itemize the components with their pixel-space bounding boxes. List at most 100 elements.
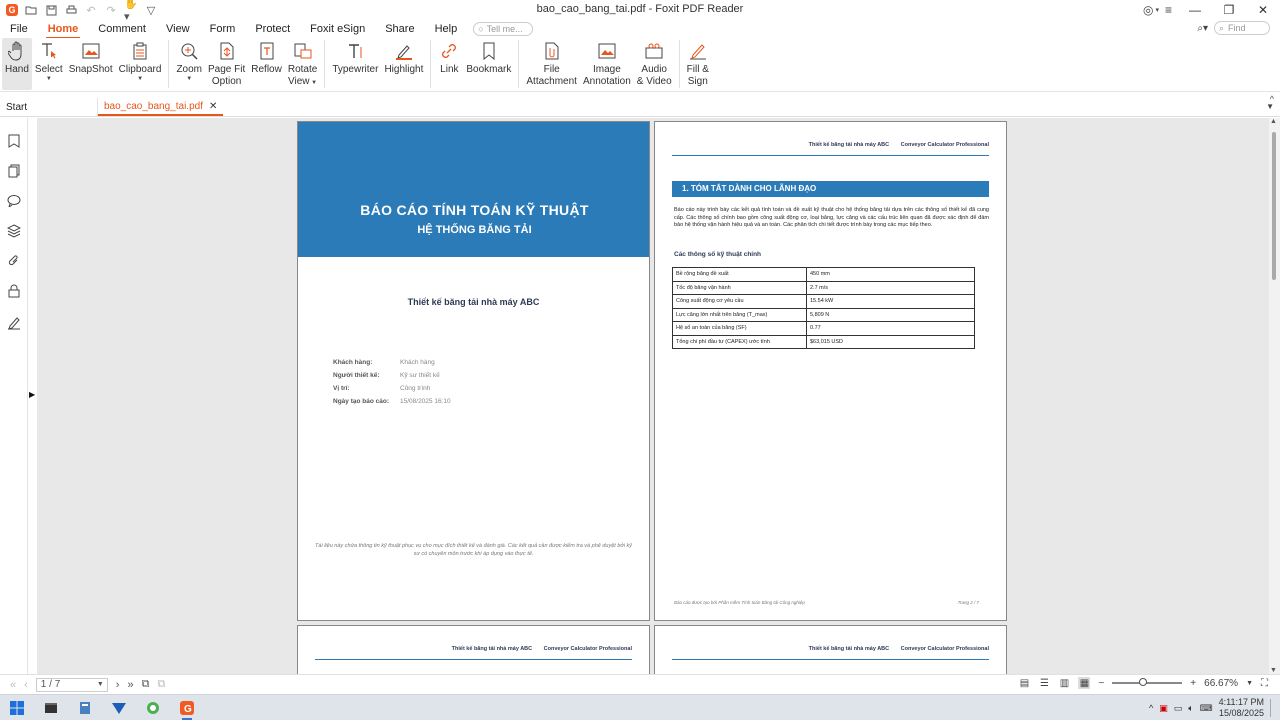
bookmark-button[interactable]: Bookmark (463, 38, 514, 90)
menu-view[interactable]: View (156, 20, 200, 38)
security-panel-icon[interactable] (7, 284, 21, 298)
bookmark-panel-icon[interactable] (7, 134, 21, 148)
close-tab-icon[interactable]: ✕ (209, 101, 217, 112)
close-button[interactable]: ✕ (1246, 3, 1280, 17)
app-icon[interactable] (136, 695, 170, 720)
continuous-view-icon[interactable]: ☰ (1038, 677, 1050, 689)
previous-view-icon[interactable]: ⧉ (142, 678, 150, 691)
open-folder-icon[interactable] (24, 3, 38, 17)
chevron-down-icon: ▼ (45, 76, 52, 82)
page-fit-label-2: Option (211, 76, 242, 87)
next-view-icon[interactable]: ⧉ (157, 678, 165, 691)
app-icon[interactable] (68, 695, 102, 720)
menu-help[interactable]: Help (425, 20, 468, 38)
hand-tool-button[interactable]: Hand (2, 38, 32, 90)
tell-me-search[interactable]: ○ Tell me... (473, 22, 534, 36)
zoom-in-icon[interactable]: + (1190, 678, 1196, 689)
zoom-level[interactable]: 66.67% (1204, 678, 1238, 689)
next-page-icon[interactable]: › (116, 679, 120, 691)
app-icon[interactable] (102, 695, 136, 720)
first-page-icon[interactable]: « (10, 679, 16, 691)
menu-comment[interactable]: Comment (88, 20, 156, 38)
page-number-input[interactable]: 1 / 7 ▼ (35, 677, 108, 692)
previous-page-icon[interactable]: ‹ (24, 679, 28, 691)
minimize-button[interactable]: — (1178, 3, 1212, 17)
hand-dropdown-icon[interactable]: ✋▾ (124, 0, 138, 23)
comments-panel-icon[interactable] (7, 194, 21, 208)
language-icon[interactable]: ⌨ (1200, 703, 1213, 714)
audio-video-button[interactable]: Audio & Video (634, 38, 675, 90)
continuous-facing-view-icon[interactable]: ▦ (1078, 677, 1091, 689)
zoom-dropdown-icon[interactable]: ▼ (1246, 680, 1253, 687)
spec-value: 0.77 (806, 321, 975, 336)
menu-form[interactable]: Form (200, 20, 246, 38)
file-attachment-button[interactable]: File Attachment (523, 38, 580, 90)
tray-app-icon[interactable]: ▣ (1159, 703, 1168, 714)
attachments-panel-icon[interactable] (7, 254, 21, 268)
clipboard-button[interactable]: Clipboard ▼ (116, 38, 165, 90)
zoom-out-icon[interactable]: − (1098, 678, 1104, 689)
page-fit-option-button[interactable]: Page Fit Option (205, 38, 248, 90)
info-row: Người thiết kế: Kỹ sư thiết kế (333, 372, 451, 385)
clock[interactable]: 4:11:17 PM 15/08/2025 (1219, 697, 1264, 719)
show-hidden-icons[interactable]: ^ (1149, 703, 1153, 713)
pages-panel-icon[interactable] (7, 164, 21, 178)
print-icon[interactable] (64, 3, 78, 17)
restore-button[interactable]: ❐ (1212, 3, 1246, 17)
zoom-slider[interactable] (1112, 678, 1183, 686)
expand-panel-arrow-icon[interactable]: ▶ (29, 390, 35, 399)
network-icon[interactable]: ▭ (1174, 703, 1183, 714)
tab-document[interactable]: bao_cao_bang_tai.pdf ✕ (98, 98, 224, 116)
last-page-icon[interactable]: » (127, 679, 133, 691)
facing-view-icon[interactable]: ▥ (1058, 677, 1070, 689)
menu-icon[interactable]: ≡ (1165, 3, 1172, 17)
tab-list-dropdown-icon[interactable]: ▼ (1266, 102, 1274, 111)
task-view-icon[interactable] (34, 695, 68, 720)
page-header: Thiết kế băng tải nhà máy ABC Conveyor C… (315, 646, 632, 660)
redo-icon[interactable]: ↷ (104, 3, 118, 17)
tab-start[interactable]: Start (0, 98, 98, 116)
foxit-taskbar-icon[interactable]: G (170, 695, 204, 720)
menu-home[interactable]: Home (38, 20, 89, 39)
select-tool-button[interactable]: Select ▼ (32, 38, 66, 90)
foxit-logo-icon[interactable]: G (6, 4, 18, 16)
document-viewer[interactable]: BÁO CÁO TÍNH TOÁN KỸ THUẬT HỆ THỐNG BĂNG… (37, 118, 1269, 674)
link-button[interactable]: Link (435, 38, 463, 90)
menu-foxit-esign[interactable]: Foxit eSign (300, 20, 375, 38)
typewriter-button[interactable]: Typewriter (329, 38, 381, 90)
layers-panel-icon[interactable] (7, 224, 21, 238)
image-annotation-button[interactable]: Image Annotation (580, 38, 634, 90)
volume-icon[interactable]: 🔈︎ (1188, 703, 1193, 714)
signature-panel-icon[interactable] (7, 316, 21, 330)
customize-toolbar-icon[interactable]: ▽ (144, 3, 158, 17)
rotate-view-button[interactable]: Rotate View ▼ (285, 38, 320, 90)
scroll-up-icon[interactable]: ▲ (1270, 118, 1277, 125)
account-icon[interactable]: ◎ ▾ (1143, 3, 1159, 17)
undo-icon[interactable]: ↶ (84, 3, 98, 17)
menu-share[interactable]: Share (375, 20, 424, 38)
single-page-view-icon[interactable]: ▤ (1018, 677, 1030, 689)
fullscreen-icon[interactable]: ⛶ (1261, 678, 1268, 689)
zoom-button[interactable]: Zoom ▼ (173, 38, 205, 90)
fill-sign-label-1: Fill & (686, 64, 709, 75)
pdf-page-4: Thiết kế băng tải nhà máy ABC Conveyor C… (654, 625, 1007, 674)
zoom-label: Zoom (176, 64, 203, 75)
zoom-slider-knob[interactable] (1139, 678, 1148, 686)
find-placeholder: Find (1228, 23, 1246, 33)
vertical-scrollbar[interactable]: ▲ ▼ (1269, 118, 1280, 674)
save-icon[interactable] (44, 3, 58, 17)
scroll-down-icon[interactable]: ▼ (1270, 667, 1277, 674)
reflow-button[interactable]: Reflow (248, 38, 285, 90)
find-input[interactable]: ⌕ Find (1214, 21, 1270, 35)
menu-file[interactable]: File (0, 20, 38, 38)
fill-sign-button[interactable]: Fill & Sign (684, 38, 712, 90)
start-menu-icon[interactable] (0, 695, 34, 720)
info-key: Vị trí: (333, 385, 350, 392)
search-options-icon[interactable]: ⌕▾ (1197, 23, 1208, 34)
scrollbar-thumb[interactable] (1272, 132, 1276, 280)
show-desktop-button[interactable] (1270, 699, 1274, 717)
search-icon: ⌕ (1219, 22, 1225, 33)
highlight-button[interactable]: Highlight (381, 38, 426, 90)
menu-protect[interactable]: Protect (245, 20, 300, 38)
snapshot-button[interactable]: SnapShot (66, 38, 116, 90)
